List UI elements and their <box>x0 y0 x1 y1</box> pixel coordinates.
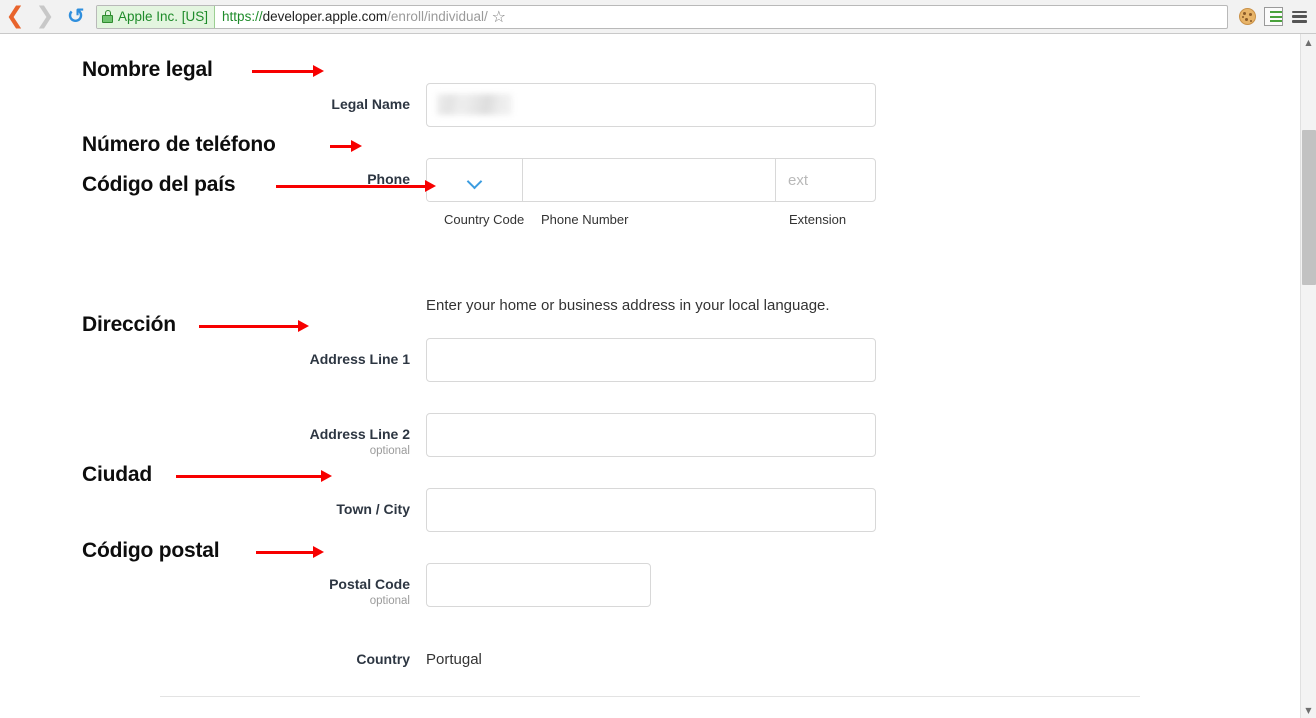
scrollbar-thumb[interactable] <box>1302 130 1316 285</box>
postal-code-label-text: Postal Code <box>329 576 410 592</box>
cookie-extension-button[interactable] <box>1234 4 1260 30</box>
address-line-2-optional-note: optional <box>250 444 410 458</box>
forward-chevron-icon: ❯ <box>35 5 54 28</box>
forward-button: ❯ <box>30 2 60 32</box>
back-chevron-icon: ❮ <box>5 5 24 28</box>
lock-icon <box>102 10 113 23</box>
address-line-2-label: Address Line 2 optional <box>250 426 410 458</box>
cookie-icon <box>1239 8 1256 25</box>
annotation-label-nombre-legal: Nombre legal <box>82 58 213 82</box>
vertical-scrollbar[interactable]: ▲ ▼ <box>1300 34 1316 718</box>
country-code-sublabel: Country Code <box>444 212 524 227</box>
scroll-down-arrow[interactable]: ▼ <box>1301 702 1316 718</box>
town-city-input[interactable] <box>426 488 876 532</box>
annotation-label-direccion: Dirección <box>82 313 176 337</box>
annotation-label-ciudad: Ciudad <box>82 463 152 487</box>
phone-number-input[interactable] <box>523 159 775 201</box>
form-autofill-extension-button[interactable] <box>1260 4 1286 30</box>
address-line-1-input[interactable] <box>426 338 876 382</box>
legal-name-label: Legal Name <box>300 96 410 113</box>
phone-number-sublabel: Phone Number <box>541 212 628 227</box>
site-identity-label: Apple Inc. [US] <box>118 9 208 24</box>
annotation-arrow-numero-de-telefono <box>330 140 362 152</box>
page-content: Legal Name Phone Country Code Phone Numb… <box>0 34 1300 718</box>
reload-button[interactable]: ↻ <box>62 2 90 32</box>
chevron-down-icon <box>467 176 482 185</box>
back-button[interactable]: ❮ <box>0 2 30 32</box>
annotation-arrow-codigo-postal <box>256 546 324 558</box>
annotation-label-codigo-postal: Código postal <box>82 539 219 563</box>
annotation-arrow-nombre-legal <box>252 65 324 77</box>
phone-field-group <box>426 158 876 202</box>
reload-icon: ↻ <box>67 6 85 27</box>
url-path: /enroll/individual/ <box>387 9 488 24</box>
postal-code-input[interactable] <box>426 563 651 607</box>
town-city-label: Town / City <box>250 501 410 518</box>
hamburger-menu-icon <box>1292 11 1307 23</box>
bookmark-star-icon[interactable]: ☆ <box>488 7 510 26</box>
browser-toolbar: ❮ ❯ ↻ Apple Inc. [US] https://developer.… <box>0 0 1316 34</box>
section-divider <box>160 696 1140 697</box>
extension-sublabel: Extension <box>789 212 846 227</box>
address-line-2-input[interactable] <box>426 413 876 457</box>
country-label: Country <box>300 651 410 667</box>
annotation-arrow-codigo-del-pais <box>276 180 436 192</box>
address-line-1-label: Address Line 1 <box>250 351 410 368</box>
url-host: developer.apple.com <box>263 9 388 24</box>
postal-code-label: Postal Code optional <box>250 576 410 608</box>
url-scheme: https:// <box>222 9 263 24</box>
address-bar[interactable]: Apple Inc. [US] https://developer.apple.… <box>96 5 1228 29</box>
country-code-select[interactable] <box>427 159 523 201</box>
form-autofill-icon <box>1264 7 1283 26</box>
annotation-label-numero-de-telefono: Número de teléfono <box>82 133 276 157</box>
phone-extension-input[interactable] <box>775 159 875 201</box>
browser-menu-button[interactable] <box>1286 4 1312 30</box>
address-line-2-label-text: Address Line 2 <box>310 426 410 442</box>
legal-name-redacted-value <box>437 94 512 115</box>
site-identity-badge[interactable]: Apple Inc. [US] <box>97 6 215 28</box>
annotation-arrow-direccion <box>199 320 309 332</box>
country-value: Portugal <box>426 651 482 668</box>
annotation-arrow-ciudad <box>176 470 332 482</box>
url-text[interactable]: https://developer.apple.com/enroll/indiv… <box>215 9 488 24</box>
scroll-up-arrow[interactable]: ▲ <box>1301 34 1316 50</box>
postal-code-optional-note: optional <box>250 594 410 608</box>
address-help-text: Enter your home or business address in y… <box>426 297 830 314</box>
annotation-label-codigo-del-pais: Código del país <box>82 173 235 197</box>
